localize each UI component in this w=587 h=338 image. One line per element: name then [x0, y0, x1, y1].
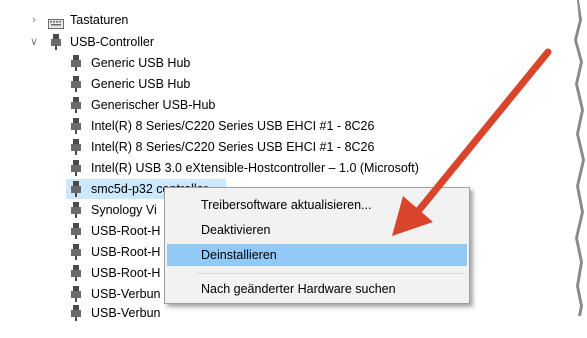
tree-item-label: USB-Root-H	[91, 245, 161, 259]
menu-separator	[197, 273, 465, 274]
usb-connector-icon	[70, 223, 82, 239]
usb-connector-icon	[70, 97, 82, 113]
tree-item-label: USB-Verbun	[91, 287, 161, 301]
tree-item-device[interactable]: Generischer USB-Hub	[70, 95, 450, 115]
usb-connector-icon	[70, 202, 82, 218]
tree-item-device[interactable]: Intel(R) USB 3.0 eXtensible-Hostcontroll…	[70, 158, 450, 178]
tree-item-device[interactable]: Synology Vi	[70, 200, 164, 220]
tree-item-label: Intel(R) 8 Series/C220 Series USB EHCI #…	[91, 119, 375, 133]
menu-item-scan-hardware[interactable]: Nach geänderter Hardware suchen	[167, 278, 467, 300]
usb-connector-icon	[70, 55, 82, 71]
menu-item-update-driver[interactable]: Treibersoftware aktualisieren...	[167, 194, 467, 216]
menu-item-uninstall[interactable]: Deinstallieren	[167, 244, 467, 266]
usb-connector-icon	[70, 265, 82, 281]
tree-item-device[interactable]: USB-Root-H	[70, 263, 164, 283]
tree-item-device[interactable]: Intel(R) 8 Series/C220 Series USB EHCI #…	[70, 116, 450, 136]
tree-item-label: Synology Vi	[91, 203, 157, 217]
tree-item-device[interactable]: USB-Root-H	[70, 242, 164, 262]
chevron-down-icon[interactable]: ∨	[28, 32, 40, 52]
tree-item-label: Intel(R) USB 3.0 eXtensible-Hostcontroll…	[91, 161, 419, 175]
usb-connector-icon	[70, 244, 82, 260]
tree-item-device[interactable]: USB-Verbun	[70, 303, 164, 323]
tree-item-device[interactable]: Generic USB Hub	[70, 74, 450, 94]
tree-item-device[interactable]: Intel(R) 8 Series/C220 Series USB EHCI #…	[70, 137, 450, 157]
tree-item-device[interactable]: USB-Root-H	[70, 221, 164, 241]
menu-item-label: Nach geänderter Hardware suchen	[201, 282, 396, 296]
tree-item-label: USB-Root-H	[91, 266, 161, 280]
tree-item-label: Generic USB Hub	[91, 56, 191, 70]
tree-item-device[interactable]: Generic USB Hub	[70, 53, 450, 73]
menu-item-disable[interactable]: Deaktivieren	[167, 219, 467, 241]
menu-item-label: Deinstallieren	[201, 248, 277, 262]
tree-item-label: USB-Root-H	[91, 224, 161, 238]
tree-item-label: Generischer USB-Hub	[91, 98, 216, 112]
usb-connector-icon	[70, 76, 82, 92]
tree-node-keyboards[interactable]: › Tastaturen	[0, 10, 300, 30]
usb-connector-icon	[50, 34, 62, 50]
usb-connector-icon	[70, 286, 82, 302]
tree-node-label: USB-Controller	[70, 35, 155, 49]
usb-connector-icon	[70, 160, 82, 176]
tree-item-label: Generic USB Hub	[91, 77, 191, 91]
tree-item-device[interactable]: USB-Verbun	[70, 284, 164, 304]
tree-node-label: Tastaturen	[70, 13, 129, 27]
usb-connector-icon	[70, 181, 82, 197]
menu-item-label: Treibersoftware aktualisieren...	[201, 198, 372, 212]
tree-item-label: Intel(R) 8 Series/C220 Series USB EHCI #…	[91, 140, 375, 154]
usb-connector-icon	[70, 118, 82, 134]
menu-item-label: Deaktivieren	[201, 223, 271, 237]
tree-node-usb-controller[interactable]: ∨ USB-Controller	[0, 32, 300, 52]
usb-connector-icon	[70, 305, 82, 321]
tree-item-label: USB-Verbun	[91, 306, 161, 320]
chevron-right-icon[interactable]: ›	[28, 10, 40, 30]
context-menu: Treibersoftware aktualisieren... Deaktiv…	[164, 187, 470, 304]
keyboard-icon	[48, 15, 64, 29]
usb-connector-icon	[70, 139, 82, 155]
